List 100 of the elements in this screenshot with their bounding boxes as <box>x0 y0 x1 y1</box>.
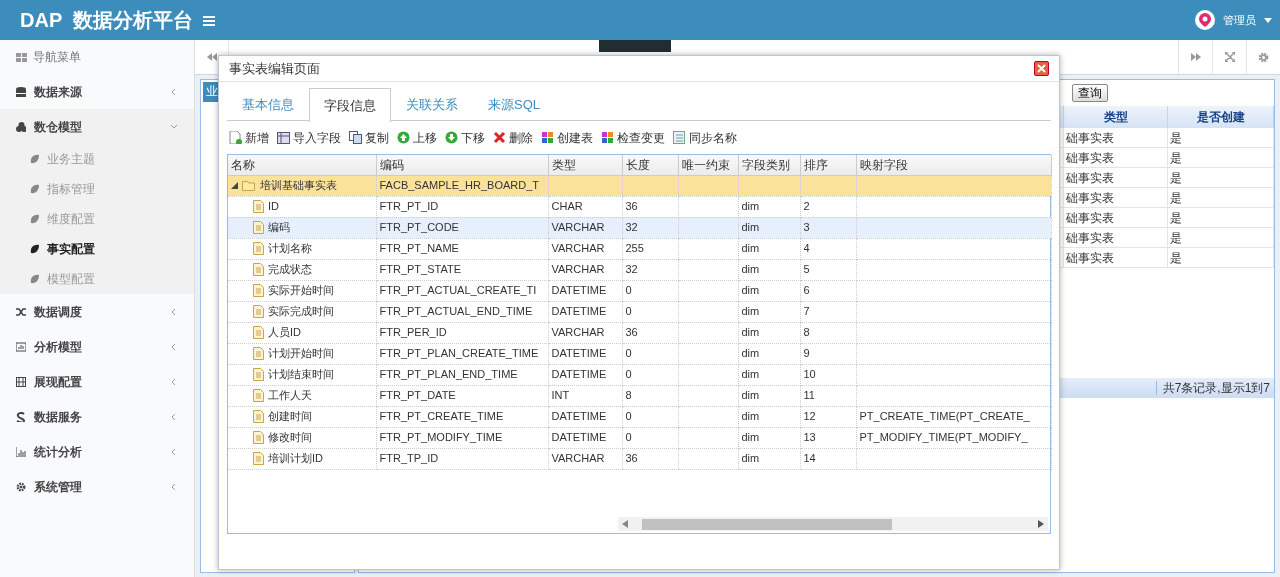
toolbar-button[interactable]: 复制 <box>349 128 389 147</box>
fullscreen-icon <box>1224 52 1235 62</box>
column-header[interactable]: 是否创建 <box>1168 106 1274 128</box>
column-header[interactable]: 类型 <box>548 155 622 175</box>
document-icon <box>253 242 264 255</box>
column-header[interactable]: 唯一约束 <box>678 155 738 175</box>
sidebar-subitem[interactable]: 事实配置 <box>47 240 95 258</box>
table-cell-text: 计划结束时间 <box>268 367 334 383</box>
table-cell: FTR_PT_PLAN_CREATE_TIME <box>376 343 548 364</box>
gear-icon <box>16 481 26 492</box>
table-cell-text: 培训计划ID <box>268 451 323 467</box>
sidebar-item-label[interactable]: 分析模型 <box>34 337 82 356</box>
table-cell: FTR_PT_CREATE_TIME <box>376 406 548 427</box>
table-row[interactable]: 修改时间 FTR_PT_MODIFY_TIME DATETIME 0 dim 13 PT_MODIFY_TIME(PT_MODIFY_ <box>228 427 1051 448</box>
dialog-tab[interactable]: 关联关系 <box>391 88 473 121</box>
toolbar-button[interactable]: 检查变更 <box>601 128 665 147</box>
table-cell: dim <box>738 301 800 322</box>
toolbar-button[interactable]: 上移 <box>397 128 437 147</box>
table-cell: FTR_PT_ACTUAL_CREATE_TI <box>376 280 548 301</box>
dialog-tab[interactable]: 字段信息 <box>309 88 391 122</box>
scroll-left-icon[interactable] <box>622 520 628 528</box>
table-row[interactable]: 人员ID FTR_PER_ID VARCHAR 36 dim 8 <box>228 322 1051 343</box>
user-menu[interactable]: 管理员 <box>1223 11 1256 29</box>
toolbar-button[interactable]: 下移 <box>445 128 485 147</box>
table-row[interactable]: 培训基础事实表 FACB_SAMPLE_HR_BOARD_T <box>228 175 1051 196</box>
table-cell: 5 <box>800 259 856 280</box>
table-row[interactable]: 编码 FTR_PT_CODE VARCHAR 32 dim 3 <box>228 217 1051 238</box>
table-cell: FTR_PT_NAME <box>376 238 548 259</box>
table-cell: 11 <box>800 385 856 406</box>
sidebar-item-label[interactable]: 数据调度 <box>34 302 82 321</box>
table-cell: VARCHAR <box>548 322 622 343</box>
table-cell: 32 <box>622 217 678 238</box>
scroll-right-icon[interactable] <box>1038 520 1044 528</box>
table-cell: FTR_PER_ID <box>376 322 548 343</box>
column-header[interactable]: 排序 <box>800 155 856 175</box>
document-icon <box>253 431 264 444</box>
table-cell: DATETIME <box>548 280 622 301</box>
table-cell: 8 <box>800 322 856 343</box>
query-button[interactable]: 查询 <box>1072 84 1108 102</box>
table-row[interactable]: 工作人天 FTR_PT_DATE INT 8 dim 11 <box>228 385 1051 406</box>
table-cell: dim <box>738 448 800 469</box>
column-header[interactable]: 字段类别 <box>738 155 800 175</box>
table-row[interactable]: 计划开始时间 FTR_PT_PLAN_CREATE_TIME DATETIME 0 dim 9 <box>228 343 1051 364</box>
table-cell: dim <box>738 217 800 238</box>
table-cell: 13 <box>800 427 856 448</box>
document-icon <box>253 221 264 234</box>
table-cell: 础事实表 <box>1064 248 1168 268</box>
toolbar-button[interactable]: 创建表 <box>541 128 593 147</box>
table-cell: 0 <box>622 427 678 448</box>
table-cell: PT_MODIFY_TIME(PT_MODIFY_ <box>856 427 1051 448</box>
expanded-triangle-icon[interactable] <box>231 182 238 189</box>
column-header[interactable]: 编码 <box>376 155 548 175</box>
table-row[interactable]: 创建时间 FTR_PT_CREATE_TIME DATETIME 0 dim 12 PT_CREATE_TIME(PT_CREATE_ <box>228 406 1051 427</box>
copy-icon <box>349 131 362 144</box>
column-header[interactable]: 类型 <box>1064 106 1168 128</box>
table-cell: 是 <box>1168 248 1274 268</box>
document-icon <box>253 305 264 318</box>
table-row[interactable]: 完成状态 FTR_PT_STATE VARCHAR 32 dim 5 <box>228 259 1051 280</box>
table-cell: 础事实表 <box>1064 148 1168 168</box>
table-row[interactable]: 实际开始时间 FTR_PT_ACTUAL_CREATE_TI DATETIME 0 dim 6 <box>228 280 1051 301</box>
table-cell: 0 <box>622 280 678 301</box>
sidebar-item-label[interactable]: 数据来源 <box>34 82 82 101</box>
toolbar-button[interactable]: 导入字段 <box>277 128 341 147</box>
table-cell: VARCHAR <box>548 448 622 469</box>
sidebar-item-label[interactable]: 数据服务 <box>34 407 82 426</box>
sidebar-item-label[interactable]: 展现配置 <box>34 372 82 391</box>
document-icon <box>253 389 264 402</box>
table-row[interactable]: 计划名称 FTR_PT_NAME VARCHAR 255 dim 4 <box>228 238 1051 259</box>
toolbar-button[interactable]: 新增 <box>229 128 269 147</box>
avatar-pin-icon[interactable] <box>1195 10 1215 30</box>
dialog-tab[interactable]: 基本信息 <box>227 88 309 121</box>
table-cell-text: 创建时间 <box>268 409 312 425</box>
sidebar-item-label[interactable]: 数仓模型 <box>34 117 82 136</box>
toolbar-button[interactable]: 同步名称 <box>673 128 737 147</box>
table-cell: 础事实表 <box>1064 168 1168 188</box>
column-header[interactable]: 名称 <box>228 155 376 175</box>
table-cell: 是 <box>1168 208 1274 228</box>
up-arrow-icon <box>397 131 410 144</box>
table-cell: dim <box>738 259 800 280</box>
table-cell: DATETIME <box>548 343 622 364</box>
table-row[interactable]: 培训计划ID FTR_TP_ID VARCHAR 36 dim 14 <box>228 448 1051 469</box>
double-left-arrow-icon <box>206 53 217 61</box>
toolbar-button[interactable]: 删除 <box>493 128 533 147</box>
table-cell: dim <box>738 238 800 259</box>
column-header[interactable]: 映射字段 <box>856 155 1051 175</box>
dialog-tab[interactable]: 来源SQL <box>473 88 555 121</box>
sidebar-item-label[interactable]: 系统管理 <box>34 477 82 496</box>
sidebar-item-label[interactable]: 统计分析 <box>34 442 82 461</box>
table-cell-text: ID <box>268 199 279 215</box>
table-cell: 36 <box>622 448 678 469</box>
table-row[interactable]: 计划结束时间 FTR_PT_PLAN_END_TIME DATETIME 0 dim 10 <box>228 364 1051 385</box>
table-cell: dim <box>738 364 800 385</box>
column-header[interactable]: 长度 <box>622 155 678 175</box>
horizontal-scrollbar[interactable] <box>618 517 1048 531</box>
close-button[interactable] <box>1034 61 1049 76</box>
document-icon <box>253 200 264 213</box>
table-cell: FACB_SAMPLE_HR_BOARD_T <box>376 175 548 196</box>
folder-icon <box>242 180 256 191</box>
table-row[interactable]: 实际完成时间 FTR_PT_ACTUAL_END_TIME DATETIME 0 dim 7 <box>228 301 1051 322</box>
table-cell: 0 <box>622 301 678 322</box>
